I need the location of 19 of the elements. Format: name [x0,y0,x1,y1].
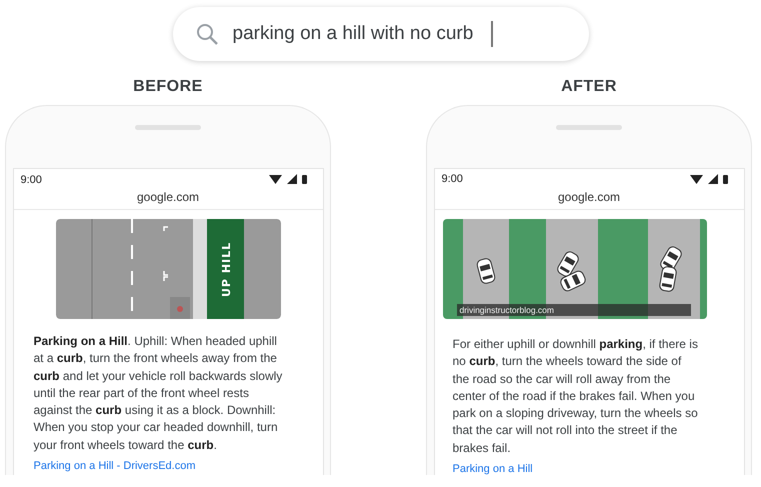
search-icon [194,22,218,46]
panel-heading: AFTER [561,78,617,96]
search-field[interactable]: parking on a hill with no curb [172,7,588,61]
car-icon [170,297,190,319]
search-query: parking on a hill with no curb [232,23,474,45]
panel-heading: BEFORE [133,78,203,96]
status-time: 9:00 [20,174,42,186]
text-cursor [491,21,494,47]
result-link[interactable]: Parking on a Hill - DriversEd.com [34,460,196,472]
phone-speaker [556,125,622,130]
diagram-label: UP HILL [220,242,232,297]
image-caption: drivinginstructorblog.com [456,304,690,316]
result-snippet: Parking on a Hill. Uphill: When headed uphill at a curb, turn the front wheels away from the curb and let your vehicle roll backwards slowly until the rear part of the front wheel rests against the curb using it as a block. Downhill: When you stop your car headed downhill, turn your front wheels toward the curb. [34,333,284,454]
status-time: 9:00 [442,173,463,186]
address-bar: google.com [434,186,744,210]
phone-speaker [135,125,201,130]
address-bar: google.com [14,187,322,210]
result-link[interactable]: Parking on a Hill [452,463,533,475]
result-snippet: For either uphill or downhill parking, if there is no curb, turn the wheels toward the side of the road so the car will roll away from the center of the road if the brakes fail. When you park on a sloping driveway, turn the wheels so that the car will not roll into the street if the brakes fail. [452,336,699,457]
